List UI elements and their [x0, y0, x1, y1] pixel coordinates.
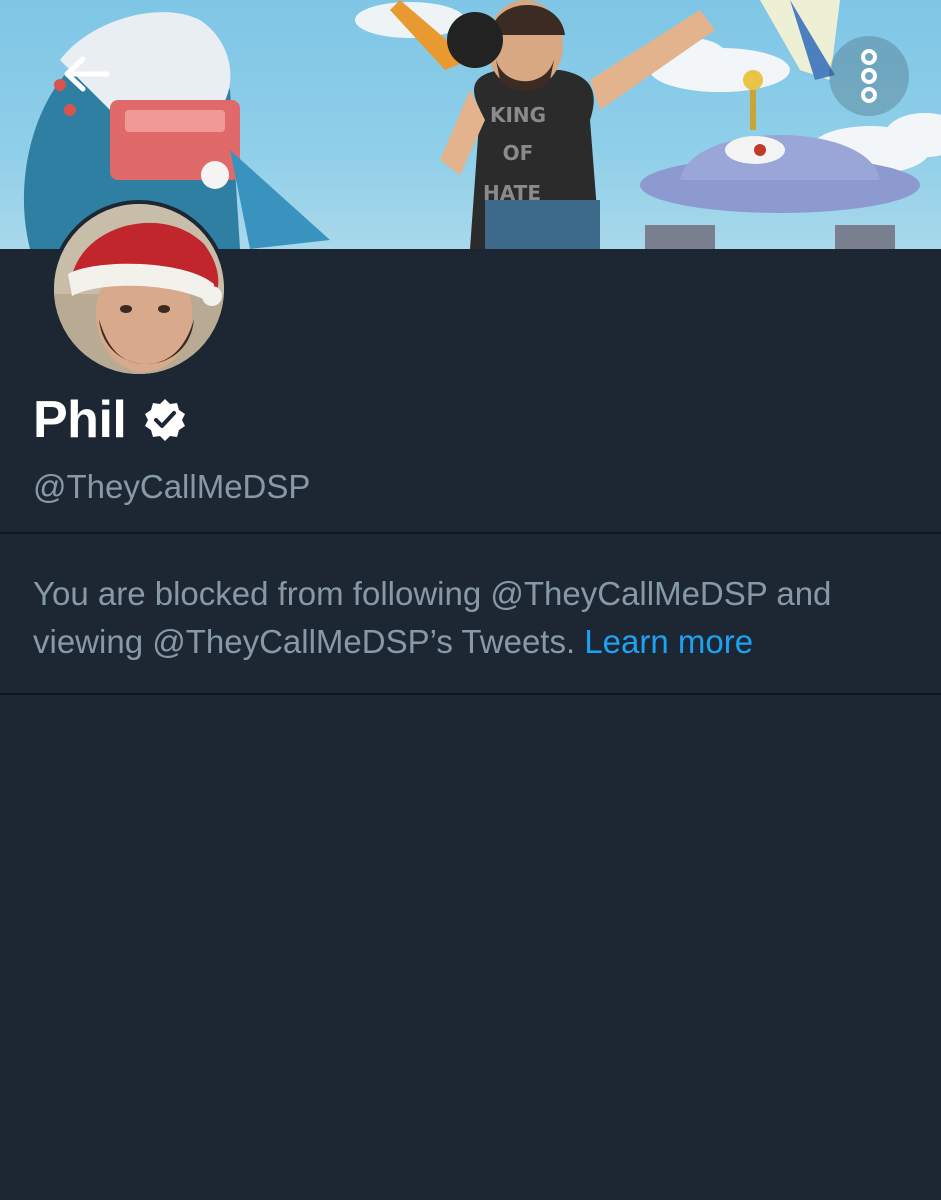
- profile-name-row: Phil: [33, 390, 188, 450]
- avatar-image: [54, 204, 224, 374]
- profile-handle: @TheyCallMeDSP: [33, 468, 311, 505]
- banner-shirt-text-1: KING: [490, 103, 546, 127]
- avatar[interactable]: [50, 200, 228, 378]
- display-name: Phil: [33, 391, 127, 449]
- avatar-photo: [54, 204, 224, 374]
- more-vertical-icon: [861, 49, 877, 103]
- divider-bottom: [0, 693, 941, 695]
- back-button[interactable]: [48, 36, 124, 112]
- verified-badge-icon: [145, 399, 186, 441]
- divider-top: [0, 532, 941, 534]
- blocked-notice: You are blocked from following @TheyCall…: [33, 570, 923, 666]
- banner-shirt-text-2: OF: [503, 141, 534, 165]
- learn-more-link[interactable]: Learn more: [584, 623, 753, 660]
- banner-shirt-text-3: HATE: [483, 181, 541, 205]
- arrow-left-icon: [64, 56, 110, 92]
- more-options-button[interactable]: [829, 36, 909, 116]
